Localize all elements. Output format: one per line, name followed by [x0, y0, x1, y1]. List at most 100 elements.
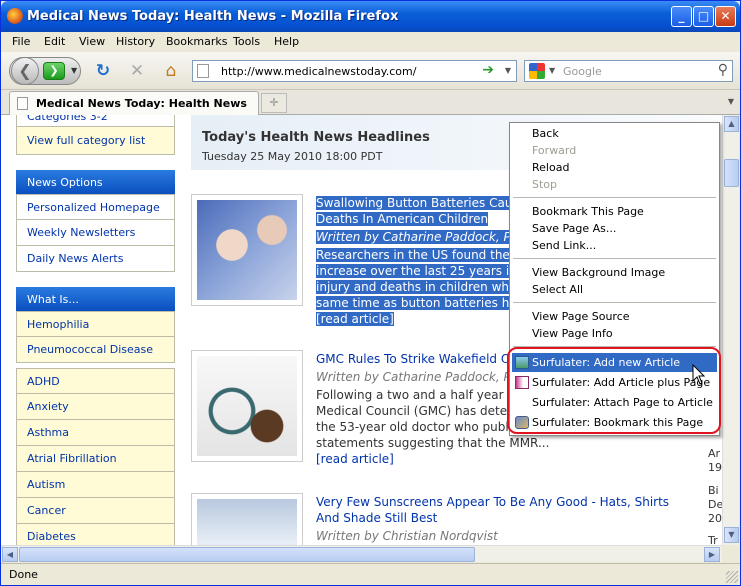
article-title[interactable]: Swallowing Button Batteries Caus — [316, 196, 519, 210]
sidebar-item-diabetes[interactable]: Diabetes — [16, 524, 175, 545]
vertical-scrollbar[interactable]: ▲ ▼ — [722, 115, 739, 545]
url-dropdown-icon[interactable]: ▼ — [505, 66, 511, 75]
right-column-text: Ar — [708, 447, 721, 460]
sidebar-item-hemophilia[interactable]: Hemophilia — [16, 311, 175, 337]
menu-file[interactable]: File — [12, 35, 30, 48]
history-dropdown-icon[interactable]: ▼ — [71, 66, 77, 75]
ctx-separator — [513, 302, 716, 303]
sidebar-item-categories[interactable]: Categories 3-2 — [16, 115, 175, 127]
search-magnifier-icon[interactable]: ⚲ — [718, 62, 728, 78]
sidebar-item-adhd[interactable]: ADHD — [16, 368, 175, 394]
minimize-button[interactable]: _ — [671, 6, 692, 27]
read-article-link[interactable]: [read article] — [316, 312, 394, 326]
sidebar-conditions: ADHD Anxiety Asthma Atrial Fibrillation … — [16, 368, 175, 545]
mouse-cursor-icon — [692, 364, 706, 385]
search-placeholder[interactable]: Google — [563, 65, 602, 78]
menu-help[interactable]: Help — [274, 35, 299, 48]
navigation-toolbar: ❮ ❯ ▼ ↻ ✕ ⌂ http://www.medicalnewstoday.… — [1, 52, 740, 90]
scroll-left-button[interactable]: ◀ — [2, 547, 18, 562]
article-thumbnail[interactable] — [191, 194, 303, 306]
sidebar-item-newsletters[interactable]: Weekly Newsletters — [16, 220, 175, 246]
sidebar-categories: Categories 3-2 View full category list — [16, 115, 175, 155]
status-text: Done — [9, 568, 38, 581]
maximize-button[interactable]: □ — [693, 6, 714, 27]
ctx-bookmark-page[interactable]: Bookmark This Page — [532, 205, 644, 218]
menu-view[interactable]: View — [79, 35, 105, 48]
go-arrow-icon[interactable]: ➔ — [482, 62, 494, 78]
ctx-view-source[interactable]: View Page Source — [532, 310, 630, 323]
horizontal-scroll-thumb[interactable] — [19, 547, 475, 562]
menu-edit[interactable]: Edit — [44, 35, 65, 48]
ctx-back[interactable]: Back — [532, 127, 559, 140]
google-engine-icon[interactable] — [529, 63, 545, 79]
annotation-highlight-oval — [507, 347, 721, 434]
article-title[interactable]: Very Few Sunscreens Appear To Be Any Goo… — [316, 494, 716, 510]
title-bar[interactable]: Medical News Today: Health News - Mozill… — [1, 1, 740, 32]
page-date: Tuesday 25 May 2010 18:00 PDT — [202, 150, 383, 163]
sidebar-item-asthma[interactable]: Asthma — [16, 420, 175, 446]
read-article-link[interactable]: [read article] — [316, 451, 716, 467]
sidebar-item-view-full[interactable]: View full category list — [16, 127, 175, 155]
sidebar-item-cancer[interactable]: Cancer — [16, 498, 175, 524]
ctx-view-bg-image[interactable]: View Background Image — [532, 266, 665, 279]
ctx-separator — [513, 258, 716, 259]
window-title: Medical News Today: Health News - Mozill… — [27, 9, 399, 24]
home-icon[interactable]: ⌂ — [161, 62, 181, 80]
horizontal-scrollbar[interactable]: ◀ ▶ — [1, 545, 722, 562]
article-byline: Written by Christian Nordqvist — [316, 529, 498, 543]
article-3: Very Few Sunscreens Appear To Be Any Goo… — [316, 494, 716, 544]
menu-tools[interactable]: Tools — [233, 35, 260, 48]
ctx-save-page[interactable]: Save Page As... — [532, 222, 616, 235]
stop-icon[interactable]: ✕ — [127, 62, 147, 80]
article-body-line: injury and deaths in children who — [316, 280, 517, 294]
baby-doctor-image — [197, 200, 297, 300]
url-text[interactable]: http://www.medicalnewstoday.com/ — [221, 65, 416, 78]
tab-medical-news-today[interactable]: Medical News Today: Health News — [9, 91, 259, 115]
firefox-logo-icon — [7, 8, 23, 24]
article-byline: Written by Catharine Paddock, PhD — [316, 230, 528, 244]
resize-grip-icon[interactable] — [726, 571, 738, 583]
ctx-select-all[interactable]: Select All — [532, 283, 583, 296]
article-body-line: same time as button batteries hav — [316, 296, 524, 310]
article-thumbnail[interactable] — [191, 493, 303, 545]
article-title-cont[interactable]: And Shade Still Best — [316, 510, 716, 526]
tab-strip: Medical News Today: Health News ✛ ▼ — [1, 90, 740, 115]
scroll-up-button[interactable]: ▲ — [724, 116, 739, 132]
page-title: Today's Health News Headlines — [202, 130, 430, 145]
scroll-right-button[interactable]: ▶ — [704, 547, 720, 562]
article-body-line: statements suggesting that the MMR... — [316, 436, 550, 450]
menu-bookmarks[interactable]: Bookmarks — [166, 35, 227, 48]
article-title-cont[interactable]: Deaths In American Children — [316, 212, 489, 226]
search-bar[interactable]: ▼ Google ⚲ — [524, 60, 733, 82]
tab-favicon-icon — [17, 97, 28, 110]
article-thumbnail[interactable] — [191, 350, 303, 462]
arrow-right-icon: ❯ — [49, 64, 59, 77]
ctx-stop[interactable]: Stop — [532, 178, 557, 191]
sidebar-what-is: What Is... Hemophilia Pneumococcal Disea… — [16, 287, 175, 363]
sidebar-heading-news-options: News Options — [16, 170, 175, 194]
right-column-text: Tr — [708, 534, 718, 545]
ctx-reload[interactable]: Reload — [532, 161, 569, 174]
article-body-line: increase over the last 25 years in — [316, 264, 517, 278]
tab-list-icon[interactable]: ▼ — [728, 97, 734, 106]
new-tab-button[interactable]: ✛ — [261, 93, 287, 113]
reload-icon[interactable]: ↻ — [93, 62, 113, 80]
back-button[interactable]: ❮ — [11, 57, 39, 85]
vertical-scroll-thumb[interactable] — [724, 159, 739, 187]
ctx-send-link[interactable]: Send Link... — [532, 239, 596, 252]
sidebar-item-pneumococcal[interactable]: Pneumococcal Disease — [16, 337, 175, 363]
sidebar-item-alerts[interactable]: Daily News Alerts — [16, 246, 175, 272]
close-button[interactable]: ✕ — [715, 6, 736, 27]
sidebar-item-anxiety[interactable]: Anxiety — [16, 394, 175, 420]
sidebar-item-personalized[interactable]: Personalized Homepage — [16, 194, 175, 220]
sidebar-item-atrial-fibrillation[interactable]: Atrial Fibrillation — [16, 446, 175, 472]
ctx-forward[interactable]: Forward — [532, 144, 576, 157]
engine-dropdown-icon[interactable]: ▼ — [549, 66, 555, 75]
ctx-view-info[interactable]: View Page Info — [532, 327, 613, 340]
forward-button[interactable]: ❯ — [43, 62, 65, 80]
url-bar[interactable]: http://www.medicalnewstoday.com/ ➔ ▼ — [192, 60, 517, 82]
menu-history[interactable]: History — [116, 35, 155, 48]
browser-window: Medical News Today: Health News - Mozill… — [0, 0, 741, 586]
sidebar-item-autism[interactable]: Autism — [16, 472, 175, 498]
scroll-down-button[interactable]: ▼ — [724, 527, 739, 543]
